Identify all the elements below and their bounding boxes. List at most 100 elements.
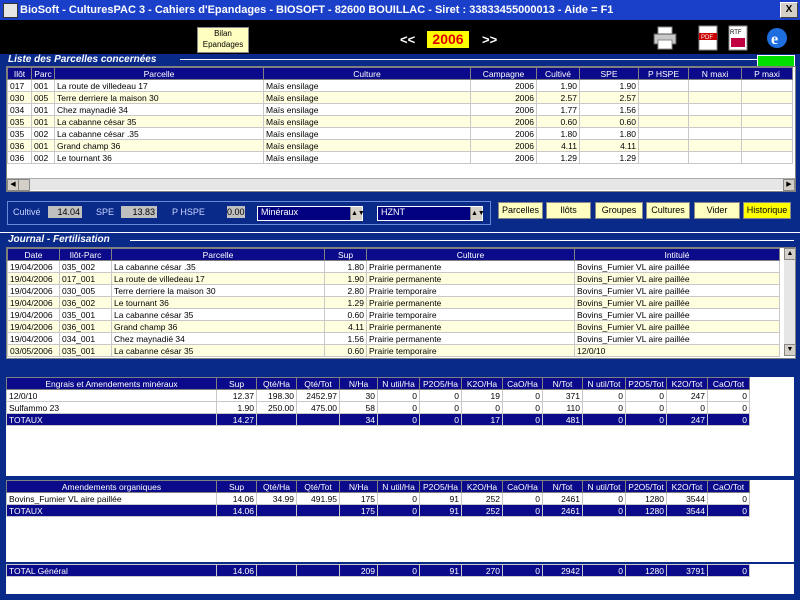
table-row[interactable]: 12/0/10 12.37 198.30 2452.97 30 0 0 19 0 371 0 0 247… (6, 389, 750, 402)
table-row[interactable]: 034 001 Chez maynadié 34 Maïs ensilage 2006 1… (7, 103, 793, 116)
groupes-button[interactable]: Groupes (595, 202, 643, 219)
bilan-epandages-button[interactable]: Bilan Epandages (197, 27, 249, 53)
scroll-thumb[interactable] (18, 179, 30, 191)
table-row[interactable]: 030 005 Terre derriere la maison 30 Maïs en… (7, 91, 793, 104)
table-row[interactable]: 035 001 La cabanne césar 35 Maïs ensilage 20… (7, 115, 793, 128)
historique-button[interactable]: Historique (743, 202, 791, 219)
cell: Bovins_Fumier VL aire paillée (574, 296, 780, 309)
cell: 2942 (542, 564, 583, 577)
cell: 12/0/10 (574, 344, 780, 357)
next-year-button[interactable]: >> (482, 32, 497, 47)
cell: 0 (502, 492, 543, 505)
col-parc[interactable]: Parc (31, 67, 55, 80)
cell: Le tournant 36 (111, 296, 325, 309)
table-row[interactable]: 017 001 La route de villedeau 17 Maïs ensil… (7, 79, 793, 92)
prev-year-button[interactable]: << (400, 32, 415, 47)
cell: Bovins_Fumier VL aire paillée (574, 308, 780, 321)
col-campagne[interactable]: Campagne (470, 67, 537, 80)
table-row[interactable]: 03/05/2006 035_001 La cabanne césar 35 0.60… (7, 344, 780, 357)
table-row[interactable]: 19/04/2006 036_001 Grand champ 36 4.11 Prair… (7, 320, 780, 333)
col-ilot-parc[interactable]: Ilôt-Parc (59, 248, 112, 261)
col-nmaxi[interactable]: N maxi (688, 67, 742, 80)
table-row[interactable]: 19/04/2006 035_002 La cabanne césar .35 1.8… (7, 260, 780, 273)
cell: La route de villedeau 17 (54, 79, 264, 92)
cell: La cabanne césar .35 (54, 127, 264, 140)
type-engrais-value: Minéraux (261, 207, 299, 217)
col-cultive[interactable]: Cultivé (536, 67, 580, 80)
cell: 0 (502, 564, 543, 577)
rtf-icon[interactable]: RTF (725, 25, 751, 51)
cell: 1.90 (536, 79, 580, 92)
col-parcelle[interactable]: Parcelle (111, 248, 325, 261)
cell (296, 564, 340, 577)
cell: 035 (7, 115, 32, 128)
cell: 175 (339, 504, 378, 517)
col-cao-tot: CaO/Tot (707, 480, 750, 493)
zone-select[interactable]: HZNT ▲▼ (377, 206, 485, 221)
chevron-down-icon[interactable]: ▲▼ (350, 207, 365, 220)
col-parcelle[interactable]: Parcelle (54, 67, 264, 80)
cell: 91 (419, 564, 462, 577)
col-pmaxi[interactable]: P maxi (741, 67, 793, 80)
cell: 034 (7, 103, 32, 116)
cell: Maïs ensilage (263, 139, 471, 152)
parcelles-button[interactable]: Parcelles (498, 202, 543, 219)
col-qte-ha: Qté/Ha (256, 480, 297, 493)
vider-button[interactable]: Vider (694, 202, 740, 219)
cell: 270 (461, 564, 503, 577)
close-button[interactable]: X (780, 2, 798, 18)
journal-vscrollbar[interactable]: ▲ ▼ (784, 248, 796, 356)
col-spe[interactable]: SPE (579, 67, 639, 80)
cell: Chez maynadié 34 (111, 332, 325, 345)
scroll-down-icon[interactable]: ▼ (784, 344, 796, 356)
cell: 2006 (470, 79, 537, 92)
type-engrais-select[interactable]: Minéraux ▲▼ (257, 206, 365, 221)
cell (741, 103, 793, 116)
col-date[interactable]: Date (7, 248, 60, 261)
table-row[interactable]: 19/04/2006 030_005 Terre derriere la maiso… (7, 284, 780, 297)
table-row[interactable]: 19/04/2006 034_001 Chez maynadié 34 1.56 Pra… (7, 332, 780, 345)
divider (0, 232, 800, 233)
cell: 035_001 (59, 308, 112, 321)
col-culture[interactable]: Culture (263, 67, 471, 80)
col-culture[interactable]: Culture (366, 248, 575, 261)
printer-icon[interactable] (652, 25, 678, 51)
col-intitule[interactable]: Intitulé (574, 248, 780, 261)
cell: 036 (7, 151, 32, 164)
cell: 017 (7, 79, 32, 92)
col-sup[interactable]: Sup (324, 248, 367, 261)
cell: 12.37 (216, 389, 257, 402)
parcelles-hscrollbar[interactable]: ◀ ▶ (7, 178, 795, 191)
cell (256, 504, 297, 517)
cell: 110 (542, 401, 583, 414)
col-n-tot: N/Tot (542, 377, 583, 390)
cell: 1280 (625, 492, 667, 505)
col-phspe[interactable]: P HSPE (638, 67, 689, 80)
cell: 0 (582, 492, 626, 505)
table-row[interactable]: 036 002 Le tournant 36 Maïs ensilage 2006 1.2… (7, 151, 793, 164)
table-row[interactable]: 035 002 La cabanne césar .35 Maïs ensilage 2… (7, 127, 793, 140)
parcelles-header-row: Ilôt Parc Parcelle Culture Campagne Cult… (7, 67, 793, 80)
cultures-button[interactable]: Cultures (646, 202, 690, 219)
scroll-right-icon[interactable]: ▶ (783, 179, 795, 191)
table-row[interactable]: 19/04/2006 017_001 La route de villedeau 1… (7, 272, 780, 285)
cell: 0 (377, 389, 420, 402)
table-row[interactable]: 036 001 Grand champ 36 Maïs ensilage 2006 4.1… (7, 139, 793, 152)
chevron-down-icon[interactable]: ▲▼ (470, 207, 485, 220)
cell: 2461 (542, 492, 583, 505)
table-row[interactable]: Sulfammo 23 1.90 250.00 475.00 58 0 0 0 0 110 0 0 0 0 (6, 401, 750, 414)
cell: 30 (339, 389, 378, 402)
mineraux-panel: Engrais et Amendements minéraux Sup Qté/… (6, 377, 794, 476)
journal-section-title: Journal - Fertilisation (8, 234, 110, 245)
table-row[interactable]: Bovins_Fumier VL aire paillée 14.06 34.99 4… (6, 492, 750, 505)
table-row[interactable]: 19/04/2006 035_001 La cabanne césar 35 0.60… (7, 308, 780, 321)
pdf-icon[interactable]: PDF (695, 25, 721, 51)
scroll-up-icon[interactable]: ▲ (784, 248, 796, 260)
cell: La cabanne césar 35 (111, 308, 325, 321)
ilots-button[interactable]: Ilôts (546, 202, 591, 219)
col-ilot[interactable]: Ilôt (7, 67, 32, 80)
cell: Bovins_Fumier VL aire paillée (574, 284, 780, 297)
col-n-tot: N/Tot (542, 480, 583, 493)
table-row[interactable]: 19/04/2006 036_002 Le tournant 36 1.29 Prair… (7, 296, 780, 309)
internet-explorer-icon[interactable]: e (764, 25, 790, 51)
